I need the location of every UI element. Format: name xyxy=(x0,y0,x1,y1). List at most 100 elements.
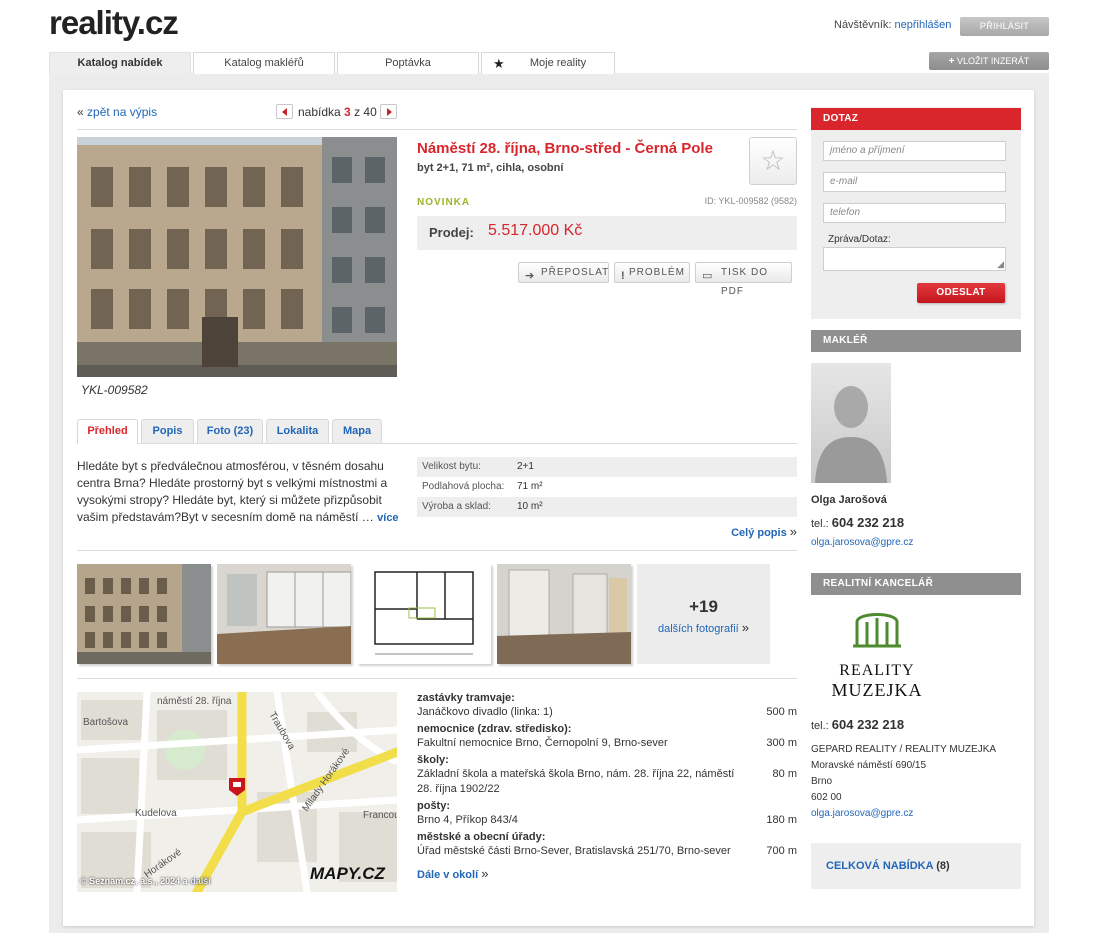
poi-distance: 180 m xyxy=(766,814,797,826)
poi-name: Fakultní nemocnice Brno, Černopolní 9, B… xyxy=(417,737,668,749)
map-street-label: Kudelova xyxy=(135,808,177,819)
send-button[interactable]: ODESLAT xyxy=(917,283,1005,303)
tab-description[interactable]: Popis xyxy=(141,419,194,443)
nav-tab-my-reality[interactable]: ★ Moje reality xyxy=(481,52,615,74)
map-image: Bartošova náměstí 28. října Kudelova Tra… xyxy=(77,692,397,892)
tab-label: Mapa xyxy=(342,425,372,437)
visitor-status-link[interactable]: nepřihlášen xyxy=(895,19,952,31)
poi-category: zastávky tramvaje: xyxy=(417,692,515,704)
map-copyright-link[interactable]: další xyxy=(190,876,211,886)
map-copyright-text: © Seznam.cz, a.s., 2024 a xyxy=(80,876,188,886)
tab-label: Lokalita xyxy=(276,425,319,437)
agency-name: GEPARD REALITY / REALITY MUZEJKA xyxy=(811,744,997,755)
poi-name: Janáčkovo divadlo (linka: 1) xyxy=(417,706,553,718)
more-link[interactable]: více xyxy=(377,512,398,524)
all-offers-label: CELKOVÁ NABÍDKA xyxy=(826,860,934,872)
pager-status: nabídka 3 z 40 xyxy=(298,105,377,119)
print-pdf-button[interactable]: ▭ TISK DO PDF xyxy=(695,262,792,297)
tab-locality[interactable]: Lokalita xyxy=(266,419,329,443)
param-key: Velikost bytu: xyxy=(422,461,481,472)
agent-heading: MAKLÉŘ xyxy=(811,330,1021,352)
price-label: Prodej: xyxy=(429,225,474,240)
name-input[interactable]: jméno a příjmení xyxy=(823,141,1006,161)
report-problem-button[interactable]: ! PROBLÉM xyxy=(614,262,690,283)
agency-phone-number: 604 232 218 xyxy=(831,717,905,732)
map-street-label: náměstí 28. října xyxy=(157,696,232,707)
poi-name: Základní škola a mateřská škola Brno, ná… xyxy=(417,768,735,795)
tab-map[interactable]: Mapa xyxy=(332,419,382,443)
message-textarea[interactable]: ◢ xyxy=(823,247,1006,271)
tab-overview[interactable]: Přehled xyxy=(77,419,138,444)
new-badge: NOVINKA xyxy=(417,197,471,208)
person-silhouette-icon xyxy=(815,386,887,483)
arrow-right-icon: ➔ xyxy=(525,270,535,282)
more-around-link[interactable]: Dále v okolí » xyxy=(417,866,488,881)
next-listing-button[interactable] xyxy=(380,104,397,119)
more-photos-text: dalších fotografií xyxy=(657,623,739,635)
gallery-thumb[interactable] xyxy=(217,564,351,664)
poi-name: Úřad městské části Brno-Sever, Bratislav… xyxy=(417,845,731,857)
email-input[interactable]: e-mail xyxy=(823,172,1006,192)
nav-tab-label: Moje reality xyxy=(529,57,587,69)
gallery-thumb[interactable] xyxy=(497,564,631,664)
agent-avatar[interactable] xyxy=(811,363,891,483)
divider xyxy=(77,678,797,679)
nav-tab-demand[interactable]: Poptávka xyxy=(337,52,479,74)
thumb-room-image xyxy=(217,564,351,664)
param-value: 10 m² xyxy=(517,501,543,512)
phone-input[interactable]: telefon xyxy=(823,203,1006,223)
param-row: Podlahová plocha: 71 m² xyxy=(417,477,797,497)
listing-id: ID: YKL-009582 (9582) xyxy=(704,196,797,206)
all-offers-link[interactable]: CELKOVÁ NABÍDKA (8) xyxy=(811,843,1021,889)
back-to-list: « zpět na výpis xyxy=(77,105,157,119)
gallery-thumb[interactable] xyxy=(357,564,491,664)
map-street-label: Francouzská xyxy=(363,810,397,821)
forward-label: PŘEPOSLAT xyxy=(541,267,610,278)
mapy-logo[interactable]: MAPY.CZ xyxy=(310,864,385,884)
agency-logo-line2: MUZEJKA xyxy=(832,680,923,700)
favorite-button[interactable]: ☆ xyxy=(749,137,797,185)
photo-caption: YKL-009582 xyxy=(81,383,148,397)
resize-handle-icon[interactable]: ◢ xyxy=(997,259,1004,270)
poi-category: pošty: xyxy=(417,800,450,812)
agent-email-link[interactable]: olga.jarosova@gpre.cz xyxy=(811,537,913,548)
nav-tab-label: Katalog nabídek xyxy=(77,57,163,69)
more-photos-button[interactable]: +19 dalších fotografií » xyxy=(637,564,770,664)
tab-label: Foto (23) xyxy=(206,425,254,437)
map-street-label: Bartošova xyxy=(83,717,128,728)
login-button[interactable]: PŘIHLÁSIT xyxy=(960,17,1049,36)
full-description-link[interactable]: Celý popis » xyxy=(700,524,797,539)
arrow-icon: » xyxy=(741,620,749,635)
agent-phone: tel.: 604 232 218 xyxy=(811,515,904,530)
agent-name: Olga Jarošová xyxy=(811,494,887,506)
poi-category: nemocnice (zdrav. středisko): xyxy=(417,723,572,735)
prev-listing-button[interactable] xyxy=(276,104,293,119)
listing-subtitle: byt 2+1, 71 m², cihla, osobní xyxy=(417,162,564,174)
thumb-floorplan-image xyxy=(357,564,491,664)
agency-logo[interactable]: REALITY MUZEJKA xyxy=(821,608,933,706)
agency-logo-line1: REALITY xyxy=(839,662,914,679)
pager-total: 40 xyxy=(363,105,377,119)
thumb-room-doors-image xyxy=(497,564,631,664)
site-logo[interactable]: reality.cz xyxy=(49,4,179,42)
tab-label: Popis xyxy=(152,425,183,437)
agency-phone: tel.: 604 232 218 xyxy=(811,717,904,732)
agency-heading: REALITNÍ KANCELÁŘ xyxy=(811,573,1021,595)
agent-phone-number: 604 232 218 xyxy=(831,515,905,530)
gallery-thumb[interactable] xyxy=(77,564,211,664)
insert-listing-button[interactable]: + VLOŽIT INZERÁT xyxy=(929,52,1049,70)
nav-tab-agents[interactable]: Katalog makléřů xyxy=(193,52,335,74)
forward-button[interactable]: ➔ PŘEPOSLAT xyxy=(518,262,609,283)
tab-photos[interactable]: Foto (23) xyxy=(197,419,263,443)
tab-divider xyxy=(77,443,797,444)
agent-phone-label: tel.: xyxy=(811,518,829,530)
nav-tab-catalog[interactable]: Katalog nabídek xyxy=(49,52,191,74)
main-photo[interactable] xyxy=(77,137,397,377)
poi-distance: 500 m xyxy=(766,706,797,718)
location-map[interactable]: Bartošova náměstí 28. října Kudelova Tra… xyxy=(77,692,397,892)
agency-email-link[interactable]: olga.jarosova@gpre.cz xyxy=(811,808,913,819)
listing-title: Náměstí 28. října, Brno-střed - Černá Po… xyxy=(417,140,713,157)
back-to-list-link[interactable]: zpět na výpis xyxy=(87,105,157,119)
poi-distance: 80 m xyxy=(772,768,797,780)
map-copyright: © Seznam.cz, a.s., 2024 a další xyxy=(80,876,211,886)
